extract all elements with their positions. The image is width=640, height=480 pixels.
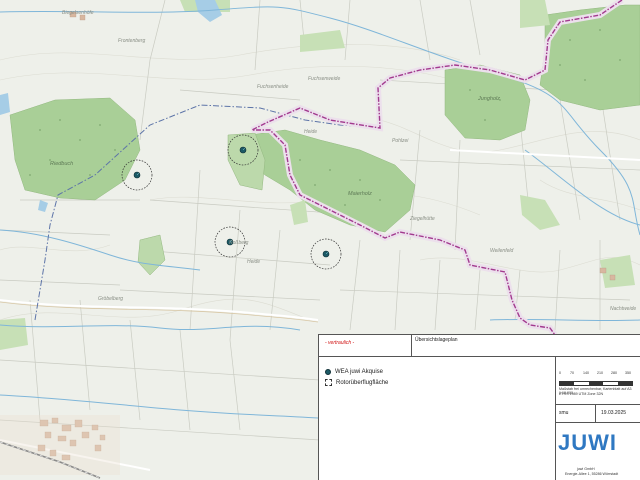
scale-number: 210 [597, 371, 603, 375]
scale-segments [559, 381, 633, 386]
label-heide: Heide [304, 129, 317, 135]
crs-note: ETRS 1989 UTM Zone 32N [559, 392, 604, 396]
author-code: smu [559, 410, 569, 416]
scale-number: 350 [625, 371, 631, 375]
juwi-logo-text: JUWI [558, 430, 617, 455]
village-area [0, 415, 120, 475]
legend-item-label: Rotorüberflugfläche [336, 379, 389, 386]
label-rossberg: Roßberg [229, 240, 249, 246]
label-maierholz: Maierholz [348, 191, 372, 197]
company-name: juwi GmbH [577, 467, 595, 471]
legend-item-label: WEA juwi Akquise [335, 369, 384, 375]
label-nachtweide: Nachtweide [610, 306, 636, 312]
confidential-note: - vertraulich - [325, 340, 355, 346]
label-jungholz: Jungholz [477, 96, 500, 102]
legend-item-turbine: WEA juwi Akquise [325, 369, 383, 375]
scale-number: 70 [570, 371, 574, 375]
juwi-logo: JUWI [558, 430, 617, 456]
scale-number: 0 [559, 371, 561, 375]
company-address: Energie-Allee 1, 55286 Wörrstadt [565, 472, 619, 476]
label-heide: Heide [247, 259, 260, 265]
scale-bar: 0 70 140 210 280 350 [559, 371, 633, 386]
legend-header-divider [411, 335, 412, 357]
scale-numbers: 0 70 140 210 280 350 [559, 371, 633, 381]
plan-title: Übersichtslageplan [415, 337, 458, 343]
legend-header-row [319, 335, 640, 357]
map-legend-panel: - vertraulich - Übersichtslageplan WEA j… [318, 334, 640, 480]
scale-number: 280 [611, 371, 617, 375]
turbine-icon [325, 369, 331, 375]
meta-divider [595, 405, 596, 423]
dashed-area-icon [325, 379, 332, 386]
label-ziegelhuette: Ziegelhütte [409, 216, 435, 222]
label-weilenfeld: Weilenfeld [490, 248, 513, 254]
scale-number: 140 [583, 371, 589, 375]
map-viewer[interactable]: Biegelsenhöfe Frontenberg Fuchsenweide F… [0, 0, 640, 480]
legend-item-rotor-area: Rotorüberflugfläche [325, 379, 388, 386]
label-riedbuch: Riedbuch [50, 161, 73, 167]
label-biegelsenhoefe: Biegelsenhöfe [62, 10, 94, 16]
label-pohlzei: Pohlzei [392, 138, 409, 144]
label-fuchsenweide: Fuchsenweide [308, 76, 340, 82]
label-fuchsenheide: Fuchsenheide [257, 84, 289, 90]
label-frontenberg: Frontenberg [118, 38, 145, 44]
label-groebelberg: Gröbelberg [98, 296, 123, 302]
plan-date: 19.03.2025 [601, 410, 627, 416]
